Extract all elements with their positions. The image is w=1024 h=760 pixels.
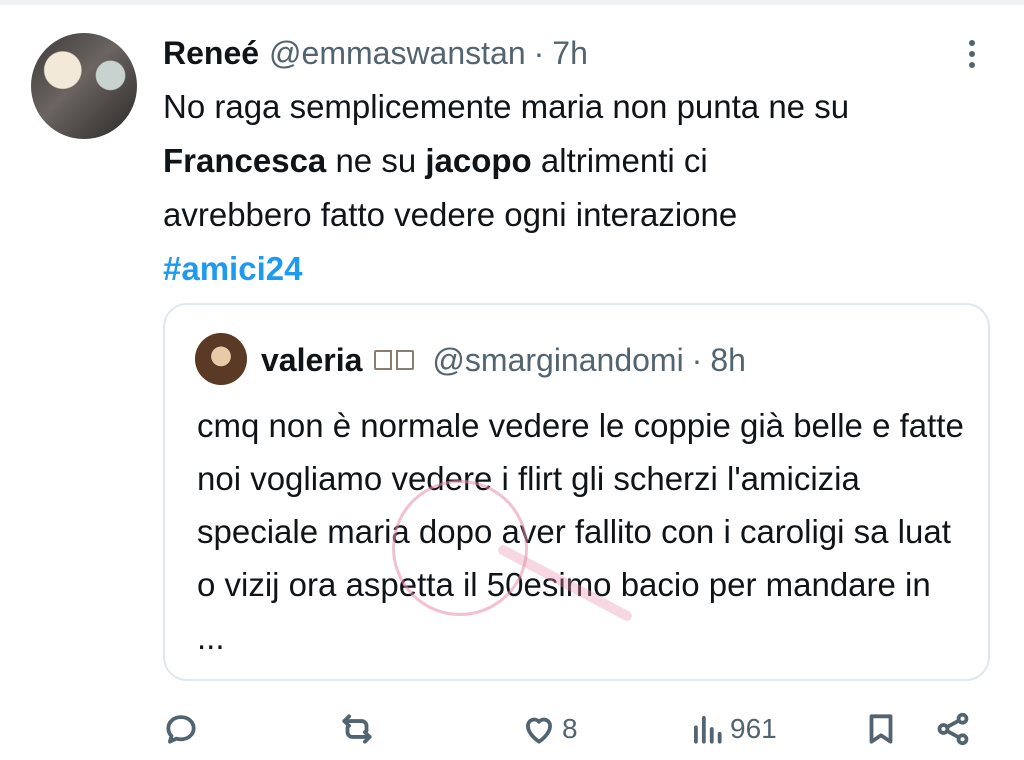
bookmark-button[interactable] [862, 710, 900, 748]
quoted-avatar[interactable] [195, 333, 247, 385]
quoted-text: cmq non è normale vedere le coppie già b… [197, 407, 964, 656]
views-icon [694, 716, 722, 744]
view-count: 961 [730, 713, 777, 744]
like-icon [526, 717, 552, 744]
tweet-header: Reneé @emmaswanstan · 7h [163, 30, 588, 76]
quoted-author-handle: @smarginandomi [432, 341, 684, 378]
like-count: 8 [562, 713, 578, 744]
share-button[interactable] [934, 710, 972, 748]
more-icon[interactable] [960, 36, 984, 76]
top-divider [0, 0, 1024, 5]
author-handle[interactable]: @emmaswanstan [269, 35, 526, 72]
quoted-header: valeria @smarginandomi · 8h [261, 335, 746, 385]
quoted-author-name: valeria [261, 341, 363, 378]
reply-button[interactable] [162, 710, 200, 748]
action-bar: 8 961 [0, 700, 1024, 760]
book-emoji-icon [374, 348, 415, 372]
tweet-text-mid: ne su [326, 142, 426, 179]
quoted-tweet[interactable]: valeria @smarginandomi · 8h cmq non è no… [163, 303, 990, 681]
retweet-icon [342, 714, 372, 744]
hashtag-link[interactable]: #amici24 [163, 242, 1003, 296]
like-button[interactable]: 8 [520, 710, 578, 748]
tweet-text-line2-end: altrimenti ci [531, 142, 708, 179]
avatar[interactable] [31, 33, 137, 139]
mention-jacopo: jacopo [425, 142, 532, 179]
tweet-text: No raga semplicemente maria non punta ne… [163, 80, 1003, 296]
tweet-text-line3: avrebbero fatto vedere ogni interazione [163, 196, 738, 233]
quoted-separator: · [691, 341, 703, 378]
separator: · [533, 34, 545, 71]
quoted-timestamp: 8h [710, 341, 746, 378]
reply-icon [166, 715, 196, 744]
views-button[interactable]: 961 [688, 710, 777, 748]
timestamp[interactable]: 7h [552, 35, 588, 72]
author-name[interactable]: Reneé [163, 35, 259, 72]
retweet-button[interactable] [338, 710, 376, 748]
share-icon [937, 712, 969, 746]
bookmark-icon [869, 714, 893, 744]
mention-francesca: Francesca [163, 142, 327, 179]
tweet-text-line1: No raga semplicemente maria non punta ne… [163, 88, 850, 125]
